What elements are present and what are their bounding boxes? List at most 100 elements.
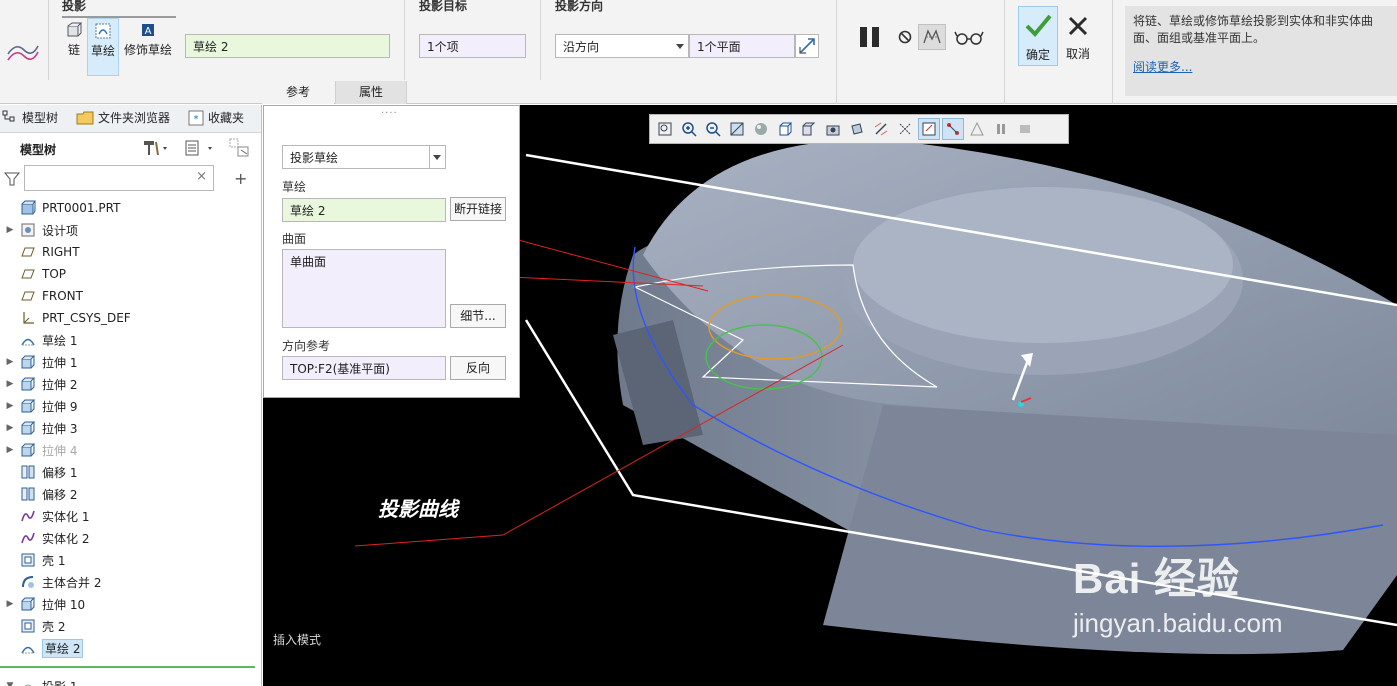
tree-item[interactable]: 实体化 1 <box>0 505 258 527</box>
tree-item[interactable]: 偏移 2 <box>0 483 258 505</box>
show-options-icon[interactable] <box>184 139 220 157</box>
tree-item[interactable]: PRT0001.PRT <box>0 197 258 219</box>
tab-model-tree-label: 模型树 <box>22 111 59 125</box>
display-style-button[interactable] <box>750 118 772 140</box>
skip-button[interactable] <box>1014 118 1036 140</box>
tree-item[interactable]: 壳 2 <box>0 615 258 637</box>
tab-properties[interactable]: 属性 <box>335 81 407 104</box>
tree-item[interactable]: TOP <box>0 263 258 285</box>
tree-item[interactable]: 草绘 1 <box>0 329 258 351</box>
ok-button[interactable]: 确定 <box>1018 6 1058 66</box>
projection-target-field[interactable]: 1个项 <box>419 34 526 58</box>
grip-handle[interactable]: ···· <box>381 108 398 119</box>
direction-type-select[interactable]: 沿方向 <box>555 34 689 58</box>
tree-search-input[interactable]: × <box>24 165 214 191</box>
tree-item[interactable]: 实体化 2 <box>0 527 258 549</box>
direction-plane-field[interactable]: 1个平面 <box>689 34 795 58</box>
solidify-icon <box>21 510 35 522</box>
details-button[interactable]: 细节... <box>450 304 506 328</box>
repaint-button[interactable] <box>726 118 748 140</box>
expand-arrow[interactable]: ▶ <box>0 599 20 609</box>
perspective-button[interactable] <box>822 118 844 140</box>
sketch-view-button[interactable] <box>918 118 940 140</box>
tree-item[interactable]: 草绘 2 <box>0 637 258 659</box>
tree-item[interactable]: RIGHT <box>0 241 258 263</box>
extrude-icon <box>21 597 36 611</box>
tree-item[interactable]: FRONT <box>0 285 258 307</box>
expand-arrow[interactable]: ▶ <box>0 357 20 367</box>
section-button[interactable] <box>846 118 868 140</box>
tree-item-insert-projection[interactable]: ▼ 投影 1 <box>0 675 258 686</box>
read-more-link[interactable]: 阅读更多... <box>1133 59 1389 76</box>
tree-item-label: 草绘 2 <box>42 638 84 658</box>
tree-item[interactable]: 主体合并 2 <box>0 571 258 593</box>
filter-settings-icon[interactable] <box>228 137 252 159</box>
tree-item[interactable]: ▶ 拉伸 3 <box>0 417 258 439</box>
break-link-button[interactable]: 断开链接 <box>450 197 506 221</box>
expand-arrow[interactable]: ▶ <box>0 379 20 389</box>
datum-plane-icon <box>21 269 35 279</box>
tab-references[interactable]: 参考 <box>262 81 334 104</box>
direction-reference-field[interactable]: TOP:F2(基准平面) <box>282 356 446 380</box>
expand-arrow[interactable]: ▶ <box>0 445 20 455</box>
tab-model-tree[interactable]: 模型树 <box>2 109 58 126</box>
ok-label: 确定 <box>1025 48 1050 62</box>
flip-direction-button[interactable] <box>795 34 819 58</box>
sketch-reference-field[interactable]: 草绘 2 <box>282 198 446 222</box>
tree-item-label: 拉伸 2 <box>42 377 78 392</box>
reverse-button[interactable]: 反向 <box>450 356 506 380</box>
surface-collector[interactable]: 单曲面 <box>282 249 446 328</box>
sketch-collector-field[interactable]: 草绘 2 <box>185 34 390 58</box>
expand-arrow[interactable]: ▶ <box>0 225 20 235</box>
spin-center-button[interactable] <box>942 118 964 140</box>
triad-button[interactable] <box>966 118 988 140</box>
sketch-label: 草绘 <box>90 44 115 58</box>
zoom-in-button[interactable] <box>678 118 700 140</box>
sketch-button[interactable]: 草绘 <box>87 18 119 76</box>
no-preview-button[interactable] <box>897 29 913 45</box>
expand-arrow[interactable]: ▶ <box>0 401 20 411</box>
tree-item[interactable]: 偏移 1 <box>0 461 258 483</box>
pause-button[interactable] <box>858 26 882 48</box>
chain-button[interactable]: 链 <box>62 18 86 76</box>
saved-orientations-button[interactable] <box>774 118 796 140</box>
tree-item[interactable]: ▶ 拉伸 9 <box>0 395 258 417</box>
annotation-display-button[interactable] <box>894 118 916 140</box>
projection-type-select[interactable]: 投影草绘 <box>282 145 446 169</box>
add-filter-icon[interactable]: + <box>234 169 247 188</box>
tree-header: 模型树 <box>0 135 262 161</box>
watermark: Bai 经验 jingyan.baidu.com <box>1073 545 1283 639</box>
tree-item[interactable]: ▶ 设计项 <box>0 219 258 241</box>
watermark-logo: Bai 经验 <box>1073 555 1241 602</box>
chain-label: 链 <box>67 43 80 57</box>
filter-icon[interactable] <box>4 171 20 187</box>
cosmetic-sketch-button[interactable]: A 修饰草绘 <box>122 18 174 76</box>
expand-arrow[interactable]: ▶ <box>0 423 20 433</box>
pause-view-button[interactable] <box>990 118 1012 140</box>
help-panel: 将链、草绘或修饰草绘投影到实体和非实体曲面、面组或基准平面上。 阅读更多... <box>1125 6 1397 96</box>
tree-item[interactable]: ▶ 拉伸 10 <box>0 593 258 615</box>
tab-favorites[interactable]: * 收藏夹 <box>188 109 244 126</box>
tree-item[interactable]: 壳 1 <box>0 549 258 571</box>
tab-folder-browser-label: 文件夹浏览器 <box>98 111 171 125</box>
csys-icon <box>23 312 34 324</box>
clear-icon[interactable]: × <box>196 169 207 184</box>
tab-favorites-label: 收藏夹 <box>208 111 245 125</box>
tab-folder-browser[interactable]: 文件夹浏览器 <box>76 109 170 126</box>
tree-item[interactable]: ▶ 拉伸 4 <box>0 439 258 461</box>
preview-glasses-button[interactable] <box>954 28 984 46</box>
expand-arrow: ▼ <box>6 681 14 686</box>
tree-item[interactable]: ▶ 拉伸 2 <box>0 373 258 395</box>
settings-tools-icon[interactable] <box>142 139 170 157</box>
divider <box>540 0 541 80</box>
datum-display-button[interactable] <box>870 118 892 140</box>
projection-type-value: 投影草绘 <box>290 151 339 165</box>
view-manager-icon <box>802 122 816 136</box>
refit-button[interactable] <box>654 118 676 140</box>
tree-item[interactable]: PRT_CSYS_DEF <box>0 307 258 329</box>
cancel-button[interactable]: 取消 <box>1062 6 1094 66</box>
verify-geometry-button[interactable] <box>918 24 946 50</box>
zoom-out-button[interactable] <box>702 118 724 140</box>
view-manager-button[interactable] <box>798 118 820 140</box>
tree-item[interactable]: ▶ 拉伸 1 <box>0 351 258 373</box>
